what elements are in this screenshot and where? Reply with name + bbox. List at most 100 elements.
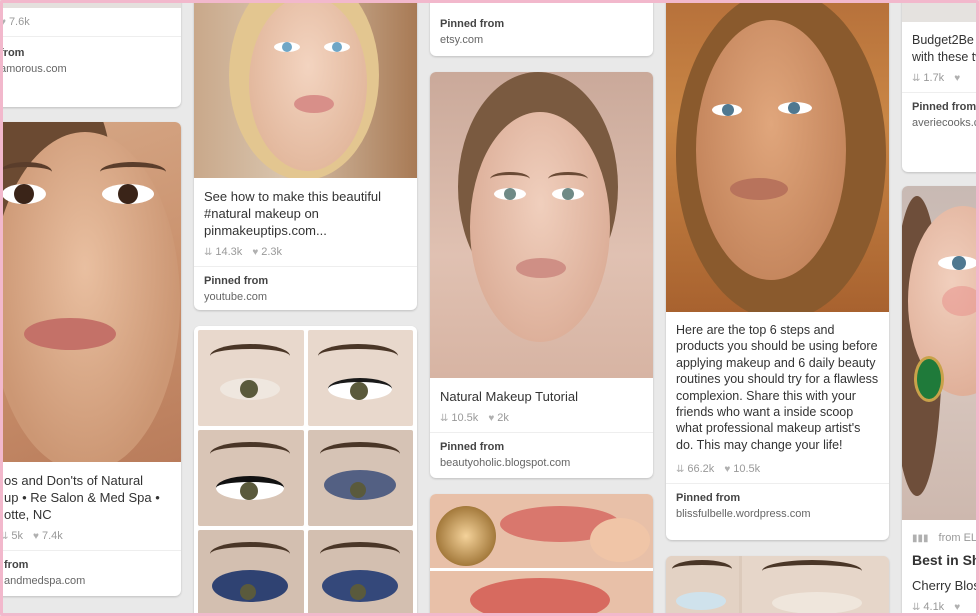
pin-image[interactable] (0, 122, 181, 462)
eye-tile (198, 430, 304, 526)
pinned-from-section[interactable]: from amorous.com (0, 36, 181, 84)
iris (240, 584, 256, 600)
pinned-from-label: Pinned from (676, 492, 741, 505)
pinned-from-label: Pinned from (440, 441, 505, 453)
face-shape (249, 0, 367, 171)
repin-count: ⇊ 1.7k (912, 72, 945, 84)
pin-card[interactable] (194, 326, 417, 616)
pin-description: os and Don'ts of Natural up • Re Salon &… (4, 473, 160, 522)
like-count: ♥ (954, 602, 960, 613)
pin-card[interactable]: Pinned from etsy.com (430, 0, 653, 56)
iris-left (504, 188, 516, 200)
eyebrow (319, 542, 400, 566)
pinned-from-label: Pinned from (440, 18, 505, 30)
pin-card[interactable]: See how to make this beautiful #natural … (194, 0, 417, 310)
pin-source-link[interactable]: andmedspa.com (4, 575, 171, 587)
pin-source-link[interactable]: amorous.com (0, 63, 171, 75)
pin-image[interactable] (902, 0, 979, 22)
repin-icon: ⇊ (912, 601, 921, 613)
like-count: ♥ (954, 73, 960, 84)
eyebrow-right (548, 172, 588, 186)
pinned-from-section[interactable]: Pinned from etsy.com (430, 0, 653, 55)
pin-card[interactable] (430, 494, 653, 616)
pin-image[interactable] (666, 556, 889, 616)
heart-icon: ♥ (488, 412, 495, 424)
pin-stats: ⇊ 10.5k ♥ 2k (430, 409, 653, 432)
repin-count: ⇊ 66.2k (676, 463, 715, 476)
lips (470, 578, 610, 616)
eye-tile (198, 330, 304, 426)
eye (676, 592, 726, 610)
repin-icon: ⇊ (676, 463, 685, 475)
pin-stats: ♥ 7.6k (0, 8, 181, 36)
like-count: ♥ 2.3k (252, 246, 283, 258)
eye-tile (307, 330, 413, 426)
pin-stats: ⇊ 4.1k ♥ (902, 598, 979, 616)
iris (240, 380, 258, 398)
pin-card[interactable]: ♥ 7.6k from amorous.com (0, 0, 181, 107)
pin-source-link[interactable]: averiecooks.c (912, 117, 979, 129)
heart-icon: ♥ (252, 246, 259, 258)
eye-makeup-grid[interactable] (194, 326, 417, 616)
iris (349, 584, 366, 600)
iris-right (332, 42, 342, 52)
lips (24, 318, 116, 350)
pinned-from-section[interactable]: Pinned from youtube.com (194, 266, 417, 310)
repin-count: ⇊ 4.1k (912, 601, 945, 613)
blush (942, 286, 979, 316)
heart-icon: ♥ (33, 530, 39, 542)
eye-tile (742, 556, 889, 616)
eyebrow (210, 542, 290, 566)
eye (772, 592, 863, 614)
pin-source-link[interactable]: blissfulbelle.wordpress.com (676, 508, 879, 520)
like-count: ♥ 2k (488, 412, 509, 424)
pinned-from-label: Pinned from (204, 275, 269, 287)
heart-icon: ♥ (954, 72, 961, 84)
repin-icon: ⇊ (204, 246, 213, 258)
pinned-from-section[interactable]: Pinned from beautyoholic.blogspot.com (430, 432, 653, 478)
pinned-from-section[interactable]: Pinned from blissfulbelle.wordpress.com (666, 483, 889, 529)
lipstick-cap (436, 506, 496, 566)
pin-card[interactable] (666, 556, 889, 616)
pinned-from-section[interactable]: Pinned from averiecooks.c (902, 92, 979, 138)
pin-source-link[interactable]: youtube.com (204, 291, 407, 303)
lips (730, 178, 788, 200)
repin-count: ⇊ 14.3k (204, 246, 243, 258)
repin-count: ⇊ 10.5k (440, 412, 479, 424)
pin-image[interactable] (430, 72, 653, 378)
eye-tile (307, 530, 413, 616)
pin-description: Budget2Be beauty pr with these tweaks! (912, 33, 979, 64)
pinned-from-label: from (4, 559, 29, 571)
pin-stats: ⇊ 1.7k ♥ (902, 69, 979, 92)
heart-icon: ♥ (0, 16, 6, 28)
pin-stats: ⇊ 14.3k ♥ 2.3k (194, 243, 417, 266)
face-shape (470, 112, 610, 342)
pin-title: Best in Sh (912, 552, 979, 568)
pin-source-link[interactable]: beautyoholic.blogspot.com (440, 457, 643, 469)
pin-image[interactable] (902, 186, 979, 520)
pin-card[interactable]: Here are the top 6 steps and products yo… (666, 0, 889, 540)
source-from-label: from ELL (938, 532, 979, 544)
iris-left (14, 184, 34, 204)
pin-card[interactable]: Budget2Be beauty pr with these tweaks! ⇊… (902, 0, 979, 172)
iris (349, 382, 368, 400)
repin-icon: ⇊ (0, 530, 9, 542)
eye-tile (307, 430, 413, 526)
pin-image[interactable] (430, 494, 653, 616)
pin-card[interactable]: Natural Makeup Tutorial ⇊ 10.5k ♥ 2k Pinne… (430, 72, 653, 478)
eyebrow (210, 442, 290, 466)
eyebrow-left (0, 162, 52, 182)
iris-left (282, 42, 292, 52)
pin-card[interactable]: os and Don'ts of Natural up • Re Salon &… (0, 122, 181, 596)
pin-image[interactable] (0, 0, 181, 8)
like-count: ♥ 10.5k (724, 463, 761, 476)
iris (349, 482, 366, 498)
pin-image[interactable] (666, 0, 889, 312)
eyebrow (317, 344, 398, 368)
pin-card[interactable]: ▮▮▮ from ELL Best in Sh Cherry Blos ⇊ 4.1… (902, 186, 979, 616)
pinned-from-section[interactable]: from andmedspa.com (0, 550, 181, 596)
source-logo-icon: ▮▮▮ (912, 532, 929, 544)
pin-source-link[interactable]: etsy.com (440, 34, 643, 46)
pin-image[interactable] (194, 0, 417, 178)
iris-left (722, 104, 734, 116)
